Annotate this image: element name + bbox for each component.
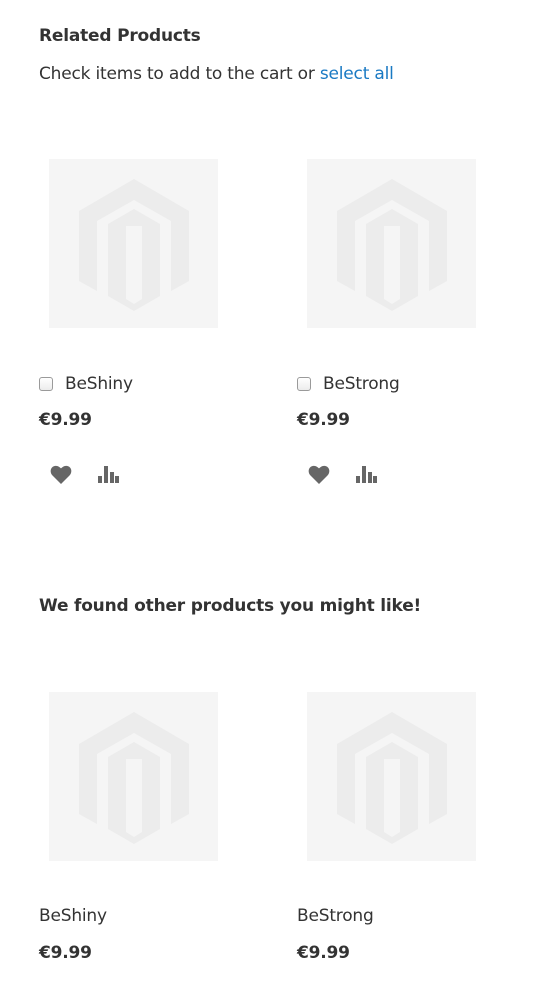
product-name-row: BeStrong xyxy=(297,374,400,394)
product-name-row: BeShiny xyxy=(39,906,107,926)
upsell-title: We found other products you might like! xyxy=(39,596,422,616)
helper-text: Check items to add to the cart or xyxy=(39,64,315,84)
related-products-title: Related Products xyxy=(39,26,201,46)
product-image[interactable] xyxy=(307,159,476,328)
product-name-row: BeStrong xyxy=(297,906,374,926)
product-name[interactable]: BeStrong xyxy=(297,906,374,926)
magento-placeholder-icon xyxy=(78,178,189,311)
product-price: €9.99 xyxy=(297,943,350,963)
bar-chart-icon[interactable] xyxy=(356,465,377,483)
product-name[interactable]: BeShiny xyxy=(65,374,133,394)
product-price: €9.99 xyxy=(297,410,350,430)
product-name[interactable]: BeStrong xyxy=(323,374,400,394)
magento-placeholder-icon xyxy=(336,178,447,311)
product-image[interactable] xyxy=(49,159,218,328)
magento-placeholder-icon xyxy=(78,711,189,844)
product-name[interactable]: BeShiny xyxy=(39,906,107,926)
heart-icon[interactable] xyxy=(50,465,72,485)
product-name-row: BeShiny xyxy=(39,374,133,394)
add-to-cart-checkbox[interactable] xyxy=(297,377,311,391)
select-all-link[interactable]: select all xyxy=(320,64,394,84)
bar-chart-icon[interactable] xyxy=(98,465,119,483)
product-price: €9.99 xyxy=(39,943,92,963)
magento-placeholder-icon xyxy=(336,711,447,844)
product-image[interactable] xyxy=(49,692,218,861)
product-price: €9.99 xyxy=(39,410,92,430)
related-helper-text: Check items to add to the cart or select… xyxy=(39,64,394,84)
heart-icon[interactable] xyxy=(308,465,330,485)
product-image[interactable] xyxy=(307,692,476,861)
add-to-cart-checkbox[interactable] xyxy=(39,377,53,391)
